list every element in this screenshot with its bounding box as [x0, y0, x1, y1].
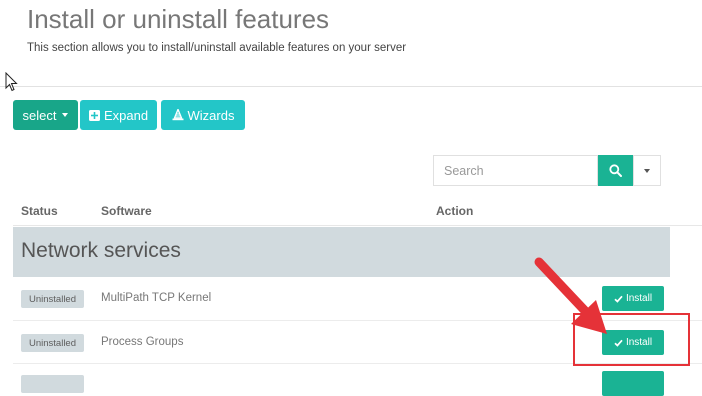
wizards-button[interactable]: Wizards [161, 100, 245, 130]
annotation-arrow-icon [534, 257, 607, 334]
status-badge: Uninstalled [21, 334, 84, 352]
search-options-dropdown[interactable] [633, 155, 661, 186]
caret-down-icon [62, 113, 69, 117]
group-title: Network services [21, 239, 181, 262]
mouse-cursor-icon [5, 72, 18, 92]
wizards-label: Wizards [187, 107, 235, 123]
status-badge-partial [21, 375, 84, 393]
page-subtitle: This section allows you to install/unins… [27, 42, 407, 54]
status-badge: Uninstalled [21, 290, 84, 308]
check-icon [614, 295, 623, 303]
search-icon [609, 164, 622, 177]
install-label: Install [625, 293, 653, 304]
header-underline [13, 225, 702, 226]
software-name: MultiPath TCP Kernel [101, 292, 212, 304]
column-header-software: Software [101, 204, 152, 218]
search-button[interactable] [598, 155, 633, 186]
plus-square-icon [88, 109, 100, 121]
expand-label: Expand [103, 107, 149, 123]
install-button-partial[interactable] [602, 371, 664, 396]
wizard-hat-icon [172, 109, 184, 121]
column-header-status: Status [21, 204, 58, 218]
caret-down-icon [644, 168, 650, 173]
select-dropdown-button[interactable]: select [13, 100, 78, 130]
column-header-action: Action [436, 204, 474, 218]
select-label: select [22, 107, 57, 123]
header-divider [0, 86, 702, 87]
software-name: Process Groups [101, 336, 184, 348]
search-input[interactable] [433, 155, 598, 186]
expand-button[interactable]: Expand [80, 100, 157, 130]
page-title: Install or uninstall features [27, 4, 330, 34]
